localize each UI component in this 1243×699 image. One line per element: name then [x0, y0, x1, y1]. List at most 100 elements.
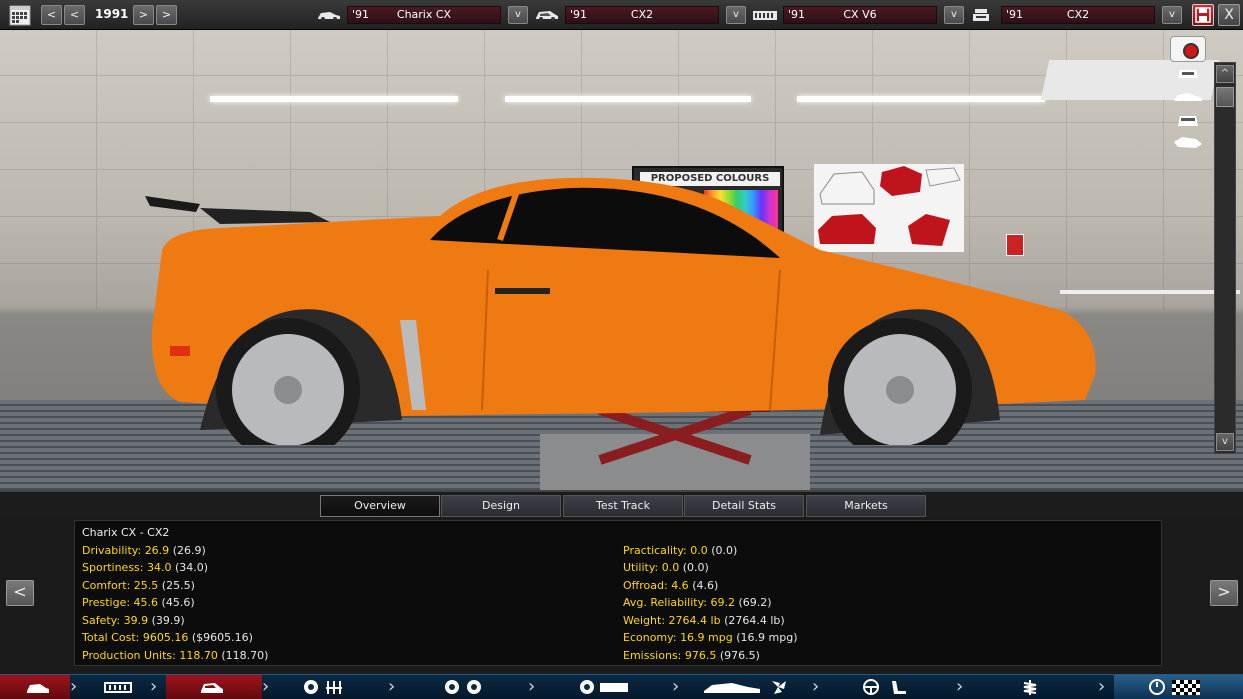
close-button[interactable]: X — [1218, 4, 1240, 26]
camera-button[interactable] — [1170, 36, 1206, 62]
car-model-dropdown-button[interactable]: v — [508, 6, 528, 24]
suspension-icon — [304, 680, 342, 694]
car-model-select[interactable]: '91 Charix CX — [347, 6, 501, 24]
stat-paren: (976.5) — [719, 649, 760, 662]
stats-panel: < > Charix CX - CX2 Drivability: 26.9 (2… — [0, 518, 1243, 674]
year-prev-button[interactable]: < — [64, 5, 85, 25]
chevron-right-icon: › — [262, 676, 270, 697]
front-view-icon[interactable] — [1172, 64, 1204, 80]
stat-label: Comfort: — [82, 579, 131, 592]
nav-stage-body[interactable] — [166, 675, 262, 699]
nav-stage-wheels[interactable] — [404, 675, 524, 699]
car-trim-dropdown-button[interactable]: v — [726, 6, 746, 24]
tab-detail-stats[interactable]: Detail Stats — [684, 495, 804, 517]
stat-safety: Safety: 39.9 (39.9) — [82, 614, 185, 627]
wheels-icon — [445, 680, 481, 694]
stats-box: Charix CX - CX2 Drivability: 26.9 (26.9)… — [74, 520, 1162, 666]
stat-weight: Weight: 2764.4 lb (2764.4 lb) — [623, 614, 785, 627]
stat-paren: (69.2) — [738, 596, 772, 609]
save-button[interactable] — [1192, 4, 1214, 26]
year-prev-fast-button[interactable]: < — [41, 5, 62, 25]
tab-overview[interactable]: Overview — [320, 495, 440, 517]
stat-label: Economy: — [623, 631, 677, 644]
stat-value: 2764.4 lb — [668, 614, 721, 627]
stat-value: 118.70 — [179, 649, 218, 662]
stat-label: Emissions: — [623, 649, 682, 662]
chevron-right-icon: › — [388, 676, 396, 697]
stat-paren: (0.0) — [682, 561, 709, 574]
side-view-icon[interactable] — [1172, 88, 1204, 104]
stat-value: 9605.16 — [142, 631, 189, 644]
ceiling-light — [210, 96, 458, 102]
stat-label: Offroad: — [623, 579, 668, 592]
engine-icon — [580, 680, 628, 694]
engine-dropdown-button[interactable]: v — [944, 6, 964, 24]
stat-paren: (45.6) — [161, 596, 195, 609]
stat-label: Total Cost: — [82, 631, 140, 644]
chevron-right-icon: › — [1098, 676, 1106, 697]
chevron-right-icon: › — [150, 676, 158, 697]
next-car-button[interactable]: > — [1210, 580, 1238, 606]
scroll-up-button[interactable]: ^ — [1216, 65, 1234, 83]
car-model-icon — [27, 684, 49, 693]
nav-stage-chassis[interactable] — [86, 675, 150, 699]
ceiling-light — [505, 96, 751, 102]
nav-stage-testing[interactable] — [972, 675, 1096, 699]
car-trim-select[interactable]: '91 CX2 — [565, 6, 719, 24]
stat-avg-reliability: Avg. Reliability: 69.2 (69.2) — [623, 596, 772, 609]
nav-stage-interior[interactable] — [828, 675, 952, 699]
chassis-icon — [104, 682, 132, 693]
stat-economy: Economy: 16.9 mpg (16.9 mpg) — [623, 631, 798, 644]
stat-sportiness: Sportiness: 34.0 (34.0) — [82, 561, 208, 574]
chevron-right-icon: › — [528, 676, 536, 697]
design-stage-nav: › › › › › › › › › — [0, 674, 1243, 699]
engine-variant-select[interactable]: '91 CX2 — [1001, 6, 1155, 24]
tab-design[interactable]: Design — [441, 495, 561, 517]
stat-label: Prestige: — [82, 596, 131, 609]
stat-label: Practicality: — [623, 544, 687, 557]
stat-paren: (25.5) — [161, 579, 195, 592]
car-model — [145, 177, 1096, 445]
stat-paren: (118.70) — [221, 649, 269, 662]
stat-utility: Utility: 0.0 (0.0) — [623, 561, 709, 574]
stat-paren: (39.9) — [151, 614, 185, 627]
year-next-button[interactable]: > — [133, 5, 154, 25]
zoom-scrollbar[interactable]: ^ v — [1214, 62, 1236, 454]
rear-view-icon[interactable] — [1172, 112, 1204, 128]
stat-emissions: Emissions: 976.5 (976.5) — [623, 649, 760, 662]
stat-value: 25.5 — [133, 579, 159, 592]
year-next-fast-button[interactable]: > — [156, 5, 177, 25]
engine-icon — [753, 11, 777, 20]
tab-test-track[interactable]: Test Track — [563, 495, 683, 517]
stat-paren: (0.0) — [711, 544, 738, 557]
nav-stage-engine[interactable] — [544, 675, 668, 699]
scroll-down-button[interactable]: v — [1216, 433, 1234, 451]
engine-variant-dropdown-button[interactable]: v — [1162, 6, 1182, 24]
steering-wheel-icon — [863, 679, 906, 695]
nav-stage-suspension[interactable] — [278, 675, 382, 699]
engine-select[interactable]: '91 CX V6 — [783, 6, 937, 24]
scroll-thumb[interactable] — [1216, 87, 1234, 107]
stat-value: 34.0 — [147, 561, 172, 574]
checkered-flag-icon — [1149, 679, 1200, 695]
nav-stage-aero[interactable] — [688, 675, 808, 699]
stat-value: 0.0 — [661, 561, 680, 574]
chevron-right-icon: › — [70, 676, 78, 697]
tab-markets[interactable]: Markets — [806, 495, 926, 517]
stat-value: 0.0 — [690, 544, 708, 557]
nav-stage-car-model[interactable] — [0, 675, 70, 699]
stat-label: Sportiness: — [82, 561, 144, 574]
stat-value: 39.9 — [123, 614, 149, 627]
nav-stage-finish[interactable] — [1114, 675, 1243, 699]
info-tabs: Overview Design Test Track Detail Stats … — [0, 490, 1243, 518]
prev-car-button[interactable]: < — [6, 580, 34, 606]
calendar-icon[interactable] — [9, 4, 31, 26]
stat-comfort: Comfort: 25.5 (25.5) — [82, 579, 195, 592]
stat-paren: (34.0) — [175, 561, 209, 574]
car-viewport[interactable]: PROPOSED COLOURS ^ v — [0, 30, 1243, 490]
chevron-right-icon: › — [672, 676, 680, 697]
three-quarter-view-icon[interactable] — [1172, 134, 1204, 150]
stat-label: Utility: — [623, 561, 659, 574]
stat-paren: ($9605.16) — [191, 631, 253, 644]
stat-label: Drivability: — [82, 544, 142, 557]
